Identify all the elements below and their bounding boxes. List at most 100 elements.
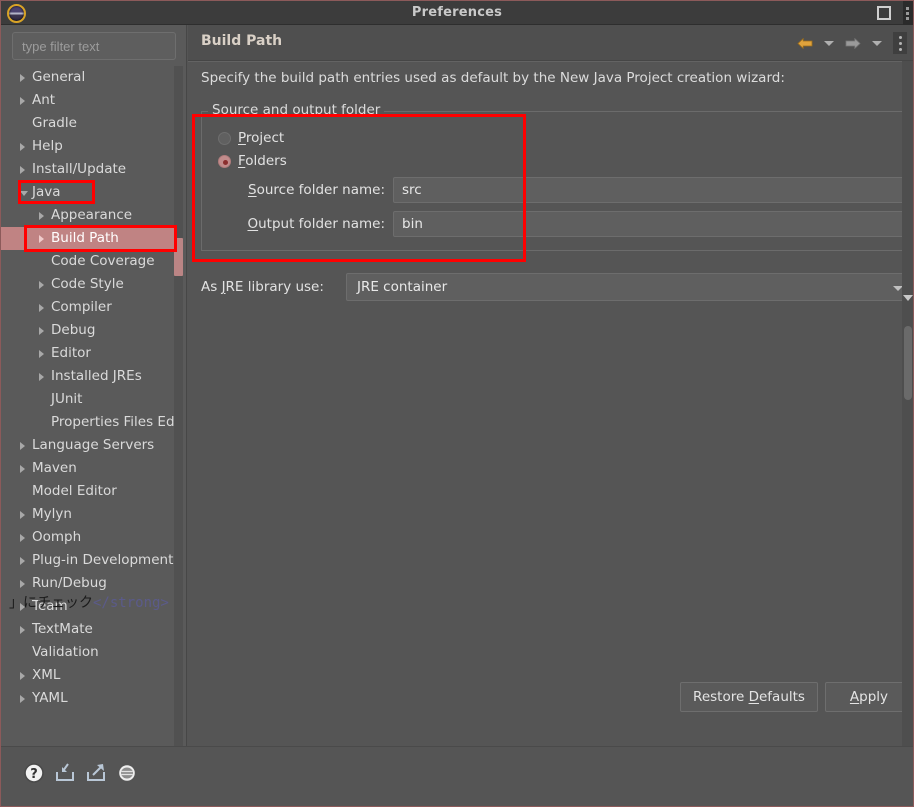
sidebar-item-label: Editor (51, 345, 91, 361)
sidebar-item-general[interactable]: General (1, 66, 174, 89)
sidebar-item-label: Compiler (51, 299, 112, 315)
back-button[interactable] (793, 32, 817, 54)
sidebar-item-label: XML (32, 667, 61, 683)
sidebar-item-label: Mylyn (32, 506, 72, 522)
sidebar-item-label: Model Editor (32, 483, 117, 499)
sidebar-item-ant[interactable]: Ant (1, 89, 174, 112)
oomph-sphere-icon[interactable] (114, 760, 140, 786)
sidebar-item-appearance[interactable]: Appearance (1, 204, 174, 227)
sidebar-item-xml[interactable]: XML (1, 664, 174, 687)
preferences-dialog: Preferences General Ant Gradle Help Install/… (0, 0, 914, 807)
sidebar-item-validation[interactable]: Validation (1, 641, 174, 664)
sidebar-item-team[interactable]: Team (1, 595, 174, 618)
window-menu-button[interactable] (903, 1, 913, 25)
sidebar-item-label: JUnit (51, 391, 83, 407)
dialog-bottom-bar: ? (1, 746, 913, 806)
sidebar-item-label: Plug-in Development (32, 552, 174, 568)
sidebar-item-code-style[interactable]: Code Style (1, 273, 174, 296)
sidebar-item-label: Help (32, 138, 63, 154)
sidebar-scrollbar-thumb[interactable] (174, 238, 183, 276)
sidebar-item-label: Code Style (51, 276, 124, 292)
sidebar-item-label: Team (32, 598, 68, 614)
scroll-up-icon[interactable] (903, 295, 913, 301)
import-icon[interactable] (52, 760, 78, 786)
header-divider (188, 61, 913, 62)
sidebar-item-label: Oomph (32, 529, 82, 545)
jre-library-label: As JRE library use: (201, 279, 324, 295)
jre-library-combo[interactable]: JRE container (346, 273, 913, 301)
chevron-down-icon (824, 41, 834, 46)
sidebar-item-label: Validation (32, 644, 99, 660)
sidebar-item-installed-jres[interactable]: Installed JREs (1, 365, 174, 388)
sidebar-item-help[interactable]: Help (1, 135, 174, 158)
sidebar-item-label: YAML (32, 690, 68, 706)
source-folder-input[interactable] (393, 177, 913, 203)
jre-library-value: JRE container (357, 279, 448, 295)
filter-input[interactable] (12, 32, 176, 60)
sidebar-item-compiler[interactable]: Compiler (1, 296, 174, 319)
maximize-button[interactable] (877, 6, 891, 20)
sidebar-item-mylyn[interactable]: Mylyn (1, 503, 174, 526)
sidebar-item-label: Run/Debug (32, 575, 107, 591)
sidebar-item-editor[interactable]: Editor (1, 342, 174, 365)
radio-project[interactable]: Project (218, 128, 284, 148)
preferences-sidebar: General Ant Gradle Help Install/Update Java Ap… (1, 25, 187, 746)
sidebar-item-java[interactable]: Java (1, 181, 174, 204)
help-icon[interactable]: ? (21, 760, 47, 786)
export-icon[interactable] (83, 760, 109, 786)
sidebar-item-label: General (32, 69, 86, 85)
sidebar-item-install-update[interactable]: Install/Update (1, 158, 174, 181)
sidebar-item-label: Build Path (51, 230, 119, 246)
svg-text:?: ? (30, 767, 38, 782)
radio-circle-icon (218, 132, 231, 145)
content-scrollbar-track[interactable] (902, 61, 913, 746)
forward-history-button[interactable] (867, 32, 887, 54)
sidebar-item-textmate[interactable]: TextMate (1, 618, 174, 641)
sidebar-item-yaml[interactable]: YAML (1, 687, 174, 710)
page-nav-toolbar (793, 32, 907, 54)
sidebar-item-label: Appearance (51, 207, 133, 223)
page-title: Build Path (201, 33, 283, 49)
sidebar-item-label: Installed JREs (51, 368, 142, 384)
sidebar-item-label: Properties Files Ed (51, 414, 175, 430)
window-title: Preferences (411, 5, 503, 20)
sidebar-item-junit[interactable]: JUnit (1, 388, 174, 411)
sidebar-scrollbar-track[interactable] (174, 66, 183, 746)
output-folder-label: Output folder name: (247, 216, 385, 232)
sidebar-item-label: TextMate (32, 621, 93, 637)
sidebar-item-oomph[interactable]: Oomph (1, 526, 174, 549)
page-header: Build Path (188, 25, 913, 61)
source-folder-label: Source folder name: (248, 182, 385, 198)
sidebar-item-build-path[interactable]: Build Path (1, 227, 174, 250)
sidebar-item-code-coverage[interactable]: Code Coverage (1, 250, 174, 273)
output-folder-input[interactable] (393, 211, 913, 237)
sidebar-item-label: Install/Update (32, 161, 127, 177)
sidebar-item-gradle[interactable]: Gradle (1, 112, 174, 135)
view-menu-button[interactable] (893, 32, 907, 54)
page-description: Specify the build path entries used as d… (201, 70, 785, 86)
back-history-button[interactable] (819, 32, 839, 54)
sidebar-item-language-servers[interactable]: Language Servers (1, 434, 174, 457)
sidebar-item-properties-files-ed[interactable]: Properties Files Ed (1, 411, 175, 434)
sidebar-item-label: Java (32, 184, 61, 200)
sidebar-item-plug-in-development[interactable]: Plug-in Development (1, 549, 174, 572)
chevron-down-icon (872, 41, 882, 46)
sidebar-item-run-debug[interactable]: Run/Debug (1, 572, 174, 595)
sidebar-item-model-editor[interactable]: Model Editor (1, 480, 174, 503)
forward-arrow-icon (845, 38, 861, 49)
preferences-tree[interactable]: General Ant Gradle Help Install/Update Java Ap… (1, 66, 175, 746)
sidebar-item-maven[interactable]: Maven (1, 457, 174, 480)
sidebar-item-label: Gradle (32, 115, 77, 131)
forward-button[interactable] (841, 32, 865, 54)
sidebar-item-debug[interactable]: Debug (1, 319, 174, 342)
sidebar-item-label: Debug (51, 322, 96, 338)
sidebar-item-label: Maven (32, 460, 77, 476)
radio-circle-selected-icon (218, 155, 231, 168)
apply-button[interactable]: Apply (825, 682, 913, 712)
restore-defaults-button[interactable]: Restore Defaults (680, 682, 818, 712)
content-scrollbar-thumb[interactable] (904, 326, 912, 400)
group-title: Source and output folder (208, 102, 385, 118)
radio-folders[interactable]: Folders (218, 151, 287, 171)
preferences-tool-icons: ? (21, 760, 140, 786)
sidebar-item-label: Language Servers (32, 437, 155, 453)
